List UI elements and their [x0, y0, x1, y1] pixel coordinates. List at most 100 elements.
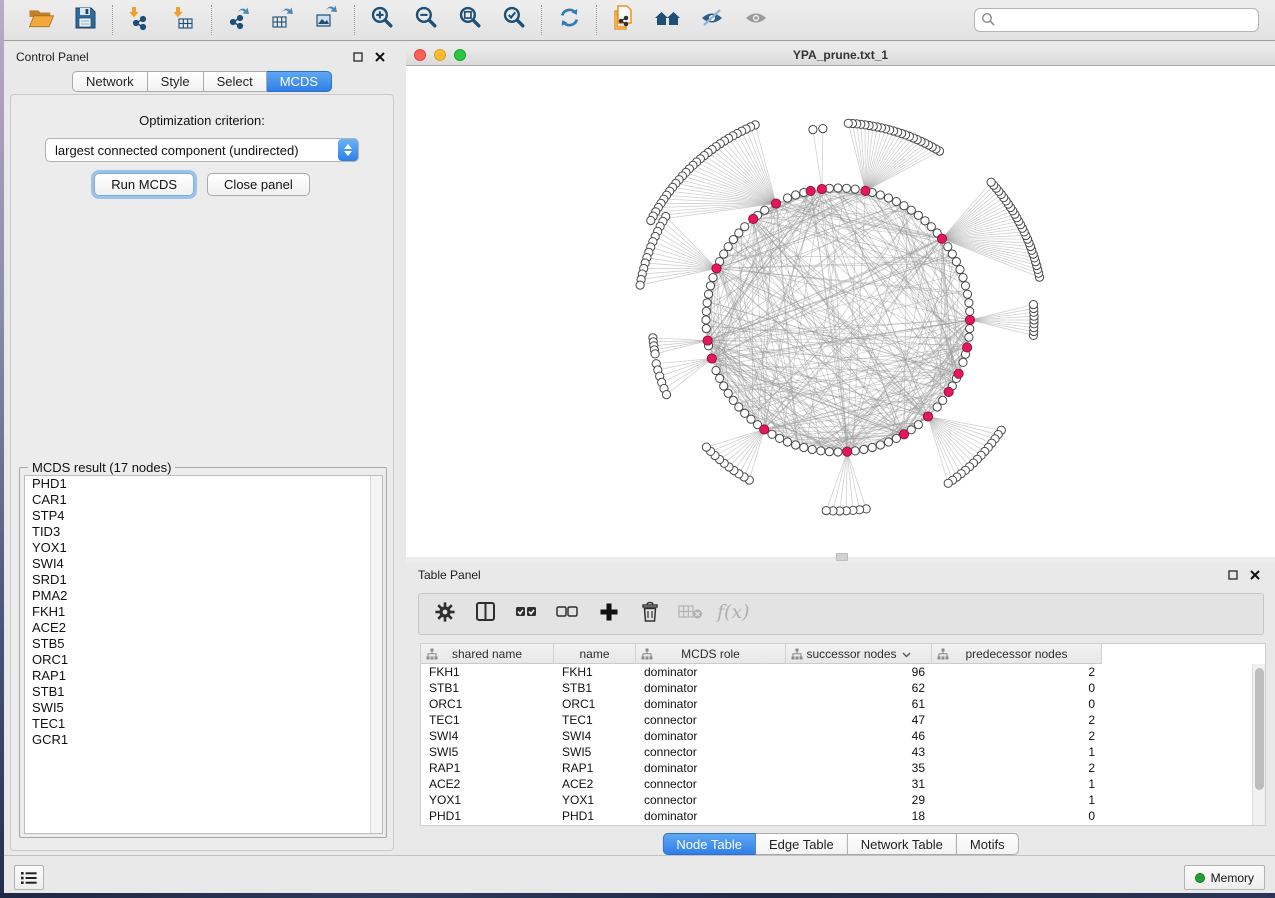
run-mcds-button[interactable]: Run MCDS: [94, 173, 194, 196]
table-row[interactable]: ACE2ACE2connector311: [421, 776, 1265, 792]
tab-mcds[interactable]: MCDS: [267, 71, 332, 92]
table-scrollbar[interactable]: [1252, 664, 1265, 825]
export-network-button[interactable]: [224, 5, 254, 35]
mcds-node-item[interactable]: STB1: [25, 684, 382, 700]
table-row[interactable]: STB1STB1dominator620: [421, 680, 1265, 696]
close-table-panel-icon[interactable]: [1247, 567, 1263, 583]
table-row[interactable]: RAP1RAP1dominator352: [421, 760, 1265, 776]
mcds-node-item[interactable]: PHD1: [25, 476, 382, 492]
mcds-node-item[interactable]: STP4: [25, 508, 382, 524]
table-panel-title: Table Panel: [418, 568, 481, 582]
table-row[interactable]: TEC1TEC1connector472: [421, 712, 1265, 728]
mcds-node-item[interactable]: ACE2: [25, 620, 382, 636]
zoom-selected-button[interactable]: [499, 5, 529, 35]
table-row[interactable]: FKH1FKH1dominator962: [421, 664, 1265, 680]
cell-shared-name: PHD1: [421, 808, 554, 824]
export-table-button[interactable]: [268, 5, 298, 35]
tab-network[interactable]: Network: [72, 71, 148, 92]
memory-button[interactable]: Memory: [1184, 865, 1265, 890]
tab-network-table[interactable]: Network Table: [848, 833, 957, 855]
hide-selected-button[interactable]: [697, 5, 727, 35]
deselect-all-button[interactable]: [556, 602, 580, 626]
cell-MCDS-role: dominator: [636, 728, 786, 744]
zoom-in-button[interactable]: [367, 5, 397, 35]
tab-node-table[interactable]: Node Table: [662, 833, 756, 855]
cell-successor-nodes: 96: [786, 664, 932, 680]
add-row-button[interactable]: [597, 602, 621, 626]
toolbar-group: [113, 5, 211, 35]
save-session-button[interactable]: [70, 5, 100, 35]
settings-button[interactable]: [433, 602, 457, 626]
table-scrollbar-thumb[interactable]: [1255, 668, 1264, 790]
show-all-button[interactable]: [741, 5, 771, 35]
select-all-button[interactable]: [515, 602, 539, 626]
sort-desc-icon: [902, 647, 911, 661]
table-row[interactable]: YOX1YOX1connector291: [421, 792, 1265, 808]
tab-edge-table[interactable]: Edge Table: [756, 833, 848, 855]
mcds-result-title: MCDS result (17 nodes): [28, 460, 175, 475]
cell-predecessor-nodes: 2: [932, 664, 1102, 680]
import-network-button[interactable]: [125, 5, 155, 35]
float-table-panel-icon[interactable]: [1225, 567, 1241, 583]
clone-network-button[interactable]: [609, 5, 639, 35]
column-header-successor-nodes[interactable]: successor nodes: [786, 644, 932, 664]
cell-MCDS-role: dominator: [636, 696, 786, 712]
mcds-node-item[interactable]: RAP1: [25, 668, 382, 684]
mcds-node-item[interactable]: SWI5: [25, 700, 382, 716]
first-neighbors-button[interactable]: [653, 5, 683, 35]
mcds-node-item[interactable]: PMA2: [25, 588, 382, 604]
column-header-shared-name[interactable]: shared name: [421, 644, 554, 664]
tab-select[interactable]: Select: [204, 71, 267, 92]
search-box: [974, 8, 1259, 32]
mcds-list-scrollbar[interactable]: [370, 476, 382, 833]
export-image-icon: [314, 6, 340, 35]
column-header-MCDS-role[interactable]: MCDS role: [636, 644, 786, 664]
cell-name: TEC1: [554, 712, 636, 728]
refresh-view-button[interactable]: [554, 5, 584, 35]
task-history-button[interactable]: [14, 865, 44, 890]
zoom-out-button[interactable]: [411, 5, 441, 35]
mcds-node-item[interactable]: SWI4: [25, 556, 382, 572]
export-network-icon: [226, 6, 252, 35]
column-label: MCDS role: [681, 647, 740, 661]
mcds-node-item[interactable]: YOX1: [25, 540, 382, 556]
optimization-criterion-label: Optimization criterion:: [11, 113, 393, 128]
table-row[interactable]: ORC1ORC1dominator610: [421, 696, 1265, 712]
add-row-icon: [599, 602, 619, 627]
tab-style[interactable]: Style: [148, 71, 204, 92]
column-header-predecessor-nodes[interactable]: predecessor nodes: [932, 644, 1102, 664]
cell-successor-nodes: 47: [786, 712, 932, 728]
table-row[interactable]: PHD1PHD1dominator180: [421, 808, 1265, 824]
search-input[interactable]: [974, 8, 1259, 32]
column-label: predecessor nodes: [965, 647, 1067, 661]
splitter-grip[interactable]: [836, 553, 848, 561]
mcds-node-item[interactable]: SRD1: [25, 572, 382, 588]
zoom-fit-button[interactable]: [455, 5, 485, 35]
network-canvas[interactable]: [406, 66, 1275, 557]
mcds-node-item[interactable]: STB5: [25, 636, 382, 652]
cell-predecessor-nodes: 0: [932, 696, 1102, 712]
mcds-node-item[interactable]: TID3: [25, 524, 382, 540]
import-table-button[interactable]: [169, 5, 199, 35]
table-row[interactable]: SWI4SWI4dominator462: [421, 728, 1265, 744]
mcds-node-item[interactable]: GCR1: [25, 732, 382, 748]
cell-name: ORC1: [554, 696, 636, 712]
columns-button[interactable]: [474, 602, 498, 626]
float-panel-icon[interactable]: [350, 49, 366, 65]
table-row[interactable]: SWI5SWI5connector431: [421, 744, 1265, 760]
mcds-node-item[interactable]: TEC1: [25, 716, 382, 732]
open-file-button[interactable]: [26, 5, 56, 35]
close-panel-icon[interactable]: [372, 49, 388, 65]
optimization-select[interactable]: largest connected component (undirected): [45, 138, 359, 162]
mcds-node-item[interactable]: ORC1: [25, 652, 382, 668]
table-tabs: Node Table Edge Table Network Table Moti…: [662, 833, 1018, 855]
close-panel-button[interactable]: Close panel: [207, 173, 310, 196]
delete-row-button[interactable]: [638, 602, 662, 626]
cell-successor-nodes: 29: [786, 792, 932, 808]
column-header-name[interactable]: name: [554, 644, 636, 664]
tab-motifs[interactable]: Motifs: [957, 833, 1019, 855]
column-label: successor nodes: [806, 647, 896, 661]
export-image-button[interactable]: [312, 5, 342, 35]
mcds-node-item[interactable]: CAR1: [25, 492, 382, 508]
mcds-node-item[interactable]: FKH1: [25, 604, 382, 620]
